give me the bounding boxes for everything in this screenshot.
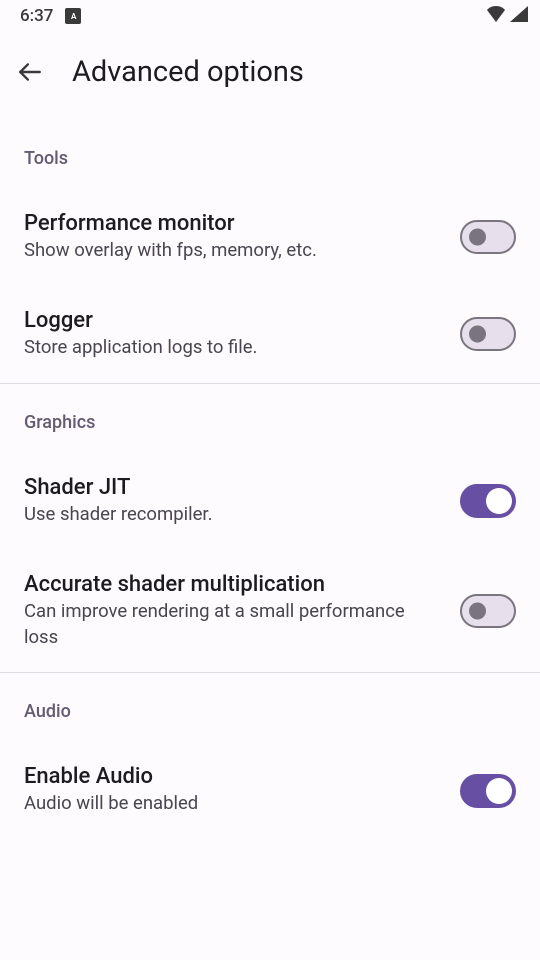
setting-accurate-shader-multiplication[interactable]: Accurate shader multiplication Can impro… <box>0 550 540 673</box>
accurate-shader-switch[interactable] <box>460 594 516 628</box>
app-indicator-icon: A <box>65 8 81 24</box>
page-title: Advanced options <box>72 55 304 89</box>
setting-subtitle: Audio will be enabled <box>24 791 436 817</box>
setting-title: Logger <box>24 308 436 333</box>
enable-audio-switch[interactable] <box>460 774 516 808</box>
setting-title: Accurate shader multiplication <box>24 572 436 597</box>
setting-subtitle: Can improve rendering at a small perform… <box>24 599 436 651</box>
section-header-tools: Tools <box>0 148 540 169</box>
app-bar: Advanced options <box>0 32 540 112</box>
status-bar: 6:37 A <box>0 0 540 32</box>
setting-title: Enable Audio <box>24 764 436 789</box>
section-header-graphics: Graphics <box>0 412 540 433</box>
section-header-audio: Audio <box>0 701 540 722</box>
setting-logger[interactable]: Logger Store application logs to file. <box>0 286 540 383</box>
setting-shader-jit[interactable]: Shader JIT Use shader recompiler. <box>0 453 540 550</box>
cell-signal-icon <box>510 6 528 27</box>
logger-switch[interactable] <box>460 317 516 351</box>
status-clock: 6:37 <box>20 6 53 26</box>
setting-enable-audio[interactable]: Enable Audio Audio will be enabled <box>0 742 540 839</box>
setting-title: Shader JIT <box>24 475 436 500</box>
setting-title: Performance monitor <box>24 211 436 236</box>
wifi-icon <box>486 6 506 27</box>
setting-performance-monitor[interactable]: Performance monitor Show overlay with fp… <box>0 189 540 286</box>
setting-subtitle: Use shader recompiler. <box>24 502 436 528</box>
performance-monitor-switch[interactable] <box>460 220 516 254</box>
setting-subtitle: Store application logs to file. <box>24 335 436 361</box>
back-arrow-icon[interactable] <box>16 58 44 86</box>
setting-subtitle: Show overlay with fps, memory, etc. <box>24 238 436 264</box>
settings-content: Tools Performance monitor Show overlay w… <box>0 112 540 839</box>
shader-jit-switch[interactable] <box>460 484 516 518</box>
